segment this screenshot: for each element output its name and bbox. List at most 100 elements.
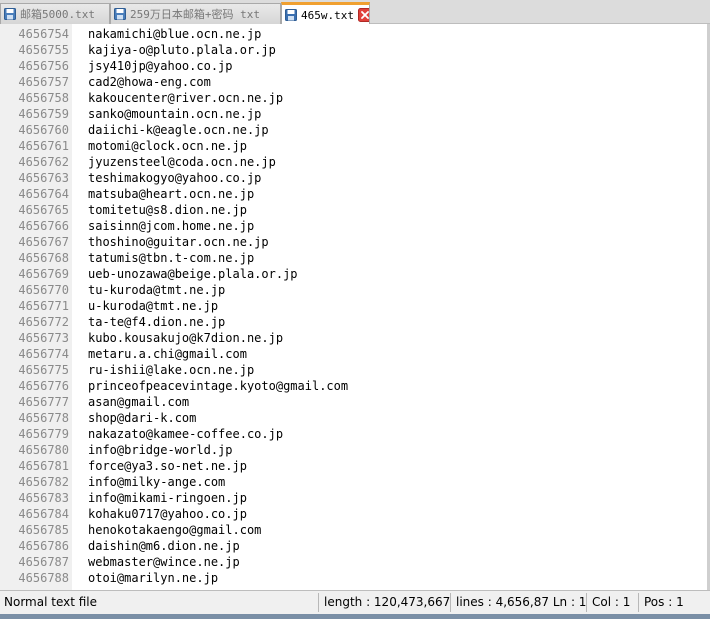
editor-line[interactable]: 4656760 daiichi-k@eagle.ocn.ne.jp (0, 122, 708, 138)
line-number: 4656787 (18, 555, 69, 569)
line-number: 4656775 (18, 363, 69, 377)
line-text[interactable]: nakamichi@blue.ocn.ne.jp (88, 26, 261, 42)
line-number: 4656755 (18, 43, 69, 57)
text-editor[interactable]: 4656754 nakamichi@blue.ocn.ne.jp 4656755 ka… (0, 24, 710, 590)
line-number: 4656767 (18, 235, 69, 249)
editor-line[interactable]: 4656766 saisinn@jcom.home.ne.jp (0, 218, 708, 234)
line-text[interactable]: webmaster@wince.ne.jp (88, 554, 240, 570)
status-separator (450, 593, 451, 612)
save-disk-icon (114, 8, 126, 20)
line-text[interactable]: motomi@clock.ocn.ne.jp (88, 138, 247, 154)
editor-line[interactable]: 4656788 otoi@marilyn.ne.jp (0, 570, 708, 586)
line-text[interactable]: jsy410jp@yahoo.co.jp (88, 58, 233, 74)
editor-line[interactable]: 4656770 tu-kuroda@tmt.ne.jp (0, 282, 708, 298)
editor-line[interactable]: 4656762 jyuzensteel@coda.ocn.ne.jp (0, 154, 708, 170)
editor-line[interactable]: 4656757 cad2@howa-eng.com (0, 74, 708, 90)
editor-line[interactable]: 4656755 kajiya-o@pluto.plala.or.jp (0, 42, 708, 58)
status-pos: Pos : 1 (644, 595, 684, 609)
editor-line[interactable]: 4656764 matsuba@heart.ocn.ne.jp (0, 186, 708, 202)
line-text[interactable]: ru-ishii@lake.ocn.ne.jp (88, 362, 254, 378)
editor-line[interactable]: 4656771 u-kuroda@tmt.ne.jp (0, 298, 708, 314)
line-number: 4656759 (18, 107, 69, 121)
editor-line[interactable]: 4656786 daishin@m6.dion.ne.jp (0, 538, 708, 554)
line-text[interactable]: ta-te@f4.dion.ne.jp (88, 314, 225, 330)
editor-line[interactable]: 4656778 shop@dari-k.com (0, 410, 708, 426)
close-icon[interactable] (357, 8, 370, 22)
editor-line[interactable]: 4656767 thoshino@guitar.ocn.ne.jp (0, 234, 708, 250)
line-text[interactable]: sanko@mountain.ocn.ne.jp (88, 106, 261, 122)
line-text[interactable]: tomitetu@s8.dion.ne.jp (88, 202, 247, 218)
line-text[interactable]: cad2@howa-eng.com (88, 74, 211, 90)
line-text[interactable]: ueb-unozawa@beige.plala.or.jp (88, 266, 298, 282)
line-number: 4656758 (18, 91, 69, 105)
editor-line[interactable]: 4656777 asan@gmail.com (0, 394, 708, 410)
line-number: 4656760 (18, 123, 69, 137)
editor-line[interactable]: 4656769 ueb-unozawa@beige.plala.or.jp (0, 266, 708, 282)
line-number: 4656776 (18, 379, 69, 393)
editor-line[interactable]: 4656779 nakazato@kamee-coffee.co.jp (0, 426, 708, 442)
editor-line[interactable]: 4656783 info@mikami-ringoen.jp (0, 490, 708, 506)
line-text[interactable]: daishin@m6.dion.ne.jp (88, 538, 240, 554)
editor-line[interactable]: 4656774 metaru.a.chi@gmail.com (0, 346, 708, 362)
line-text[interactable]: force@ya3.so-net.ne.jp (88, 458, 247, 474)
line-text[interactable]: kakoucenter@river.ocn.ne.jp (88, 90, 283, 106)
editor-line[interactable]: 4656785 henokotakaengo@gmail.com (0, 522, 708, 538)
save-disk-icon (4, 8, 16, 20)
line-text[interactable]: thoshino@guitar.ocn.ne.jp (88, 234, 269, 250)
line-number: 4656772 (18, 315, 69, 329)
editor-line[interactable]: 4656772 ta-te@f4.dion.ne.jp (0, 314, 708, 330)
line-number: 4656762 (18, 155, 69, 169)
editor-line[interactable]: 4656787 webmaster@wince.ne.jp (0, 554, 708, 570)
editor-line[interactable]: 4656754 nakamichi@blue.ocn.ne.jp (0, 26, 708, 42)
editor-line[interactable]: 4656765 tomitetu@s8.dion.ne.jp (0, 202, 708, 218)
editor-line[interactable]: 4656768 tatumis@tbn.t-com.ne.jp (0, 250, 708, 266)
line-number: 4656763 (18, 171, 69, 185)
line-text[interactable]: saisinn@jcom.home.ne.jp (88, 218, 254, 234)
notepad-window: 邮箱5000.txt 259万日本邮箱+密码 txt 465w.txt 4656… (0, 0, 710, 619)
line-text[interactable]: metaru.a.chi@gmail.com (88, 346, 247, 362)
taskbar-strip (0, 614, 710, 619)
tab-file-1[interactable]: 邮箱5000.txt (0, 3, 110, 24)
line-text[interactable]: info@mikami-ringoen.jp (88, 490, 247, 506)
editor-line[interactable]: 4656781 force@ya3.so-net.ne.jp (0, 458, 708, 474)
line-number: 4656764 (18, 187, 69, 201)
status-lines-ln: lines : 4,656,87 Ln : 1 (456, 595, 587, 609)
line-text[interactable]: princeofpeacevintage.kyoto@gmail.com (88, 378, 348, 394)
line-text[interactable]: kubo.kousakujo@k7dion.ne.jp (88, 330, 283, 346)
line-text[interactable]: tu-kuroda@tmt.ne.jp (88, 282, 225, 298)
line-number: 4656766 (18, 219, 69, 233)
editor-line[interactable]: 4656763 teshimakogyo@yahoo.co.jp (0, 170, 708, 186)
editor-line[interactable]: 4656758 kakoucenter@river.ocn.ne.jp (0, 90, 708, 106)
line-text[interactable]: otoi@marilyn.ne.jp (88, 570, 218, 586)
line-text[interactable]: jyuzensteel@coda.ocn.ne.jp (88, 154, 276, 170)
line-text[interactable]: u-kuroda@tmt.ne.jp (88, 298, 218, 314)
editor-line[interactable]: 4656782 info@milky-ange.com (0, 474, 708, 490)
line-text[interactable]: teshimakogyo@yahoo.co.jp (88, 170, 261, 186)
tab-file-2[interactable]: 259万日本邮箱+密码 txt (110, 3, 281, 24)
editor-line[interactable]: 4656773 kubo.kousakujo@k7dion.ne.jp (0, 330, 708, 346)
line-text[interactable]: shop@dari-k.com (88, 410, 196, 426)
line-text[interactable]: tatumis@tbn.t-com.ne.jp (88, 250, 254, 266)
line-text[interactable]: henokotakaengo@gmail.com (88, 522, 261, 538)
line-text[interactable]: kohaku0717@yahoo.co.jp (88, 506, 247, 522)
line-text[interactable]: asan@gmail.com (88, 394, 189, 410)
line-number: 4656754 (18, 27, 69, 41)
editor-line[interactable]: 4656756 jsy410jp@yahoo.co.jp (0, 58, 708, 74)
editor-line[interactable]: 4656761 motomi@clock.ocn.ne.jp (0, 138, 708, 154)
editor-line[interactable]: 4656784 kohaku0717@yahoo.co.jp (0, 506, 708, 522)
tab-file-3-active[interactable]: 465w.txt (281, 2, 370, 25)
line-number: 4656779 (18, 427, 69, 441)
line-text[interactable]: daiichi-k@eagle.ocn.ne.jp (88, 122, 269, 138)
status-bar: Normal text file length : 120,473,667 li… (0, 590, 710, 614)
line-number: 4656771 (18, 299, 69, 313)
line-text[interactable]: kajiya-o@pluto.plala.or.jp (88, 42, 276, 58)
editor-line[interactable]: 4656776 princeofpeacevintage.kyoto@gmail.… (0, 378, 708, 394)
editor-line[interactable]: 4656780 info@bridge-world.jp (0, 442, 708, 458)
line-text[interactable]: info@bridge-world.jp (88, 442, 233, 458)
editor-line[interactable]: 4656775 ru-ishii@lake.ocn.ne.jp (0, 362, 708, 378)
line-text[interactable]: matsuba@heart.ocn.ne.jp (88, 186, 254, 202)
line-number: 4656785 (18, 523, 69, 537)
line-text[interactable]: info@milky-ange.com (88, 474, 225, 490)
editor-line[interactable]: 4656759 sanko@mountain.ocn.ne.jp (0, 106, 708, 122)
line-text[interactable]: nakazato@kamee-coffee.co.jp (88, 426, 283, 442)
